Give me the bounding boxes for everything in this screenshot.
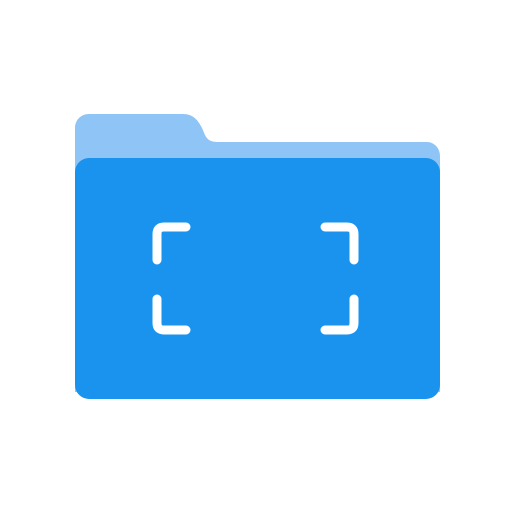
app-icon-canvas: [0, 0, 512, 512]
folder-front-icon: [75, 158, 440, 399]
folder-scan-icon: [75, 114, 440, 399]
